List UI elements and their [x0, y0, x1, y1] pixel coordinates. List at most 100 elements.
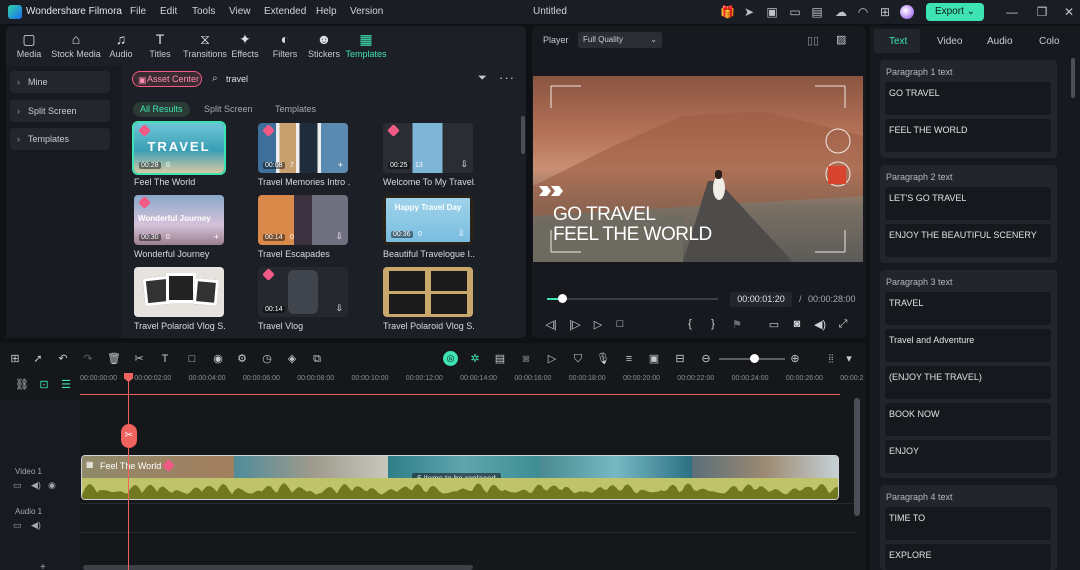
more-options-icon[interactable]: ···	[499, 70, 515, 85]
download-icon[interactable]: ⇩	[460, 159, 468, 170]
toolbar-stickers[interactable]: ☻ Stickers	[301, 30, 347, 62]
split-scissors-icon[interactable]: ✂	[132, 352, 146, 366]
asset-center-button[interactable]: ▣ Asset Center	[132, 71, 202, 87]
filter-templates[interactable]: Templates	[268, 102, 323, 117]
zoom-slider-handle[interactable]	[750, 354, 759, 363]
menu-version[interactable]: Version	[350, 6, 383, 17]
paragraph-3-field-3[interactable]: (ENJOY THE TRAVEL)	[885, 366, 1051, 399]
ai-effects-icon[interactable]: ⚙	[235, 352, 249, 366]
previous-frame-icon[interactable]: ◁|	[544, 318, 558, 331]
filter-split-screen[interactable]: Split Screen	[197, 102, 260, 117]
image-icon[interactable]: ▣	[765, 5, 779, 19]
export-button[interactable]: Export ⌄	[926, 3, 984, 21]
paragraph-3-field-1[interactable]: TRAVEL	[885, 292, 1051, 325]
link-icon[interactable]: ⛓	[15, 378, 29, 392]
paragraph-2-field-1[interactable]: LET'S GO TRAVEL	[885, 187, 1051, 220]
paragraph-3-field-5[interactable]: ENJOY	[885, 440, 1051, 473]
shield-icon[interactable]: ⛉	[571, 352, 585, 366]
play-icon[interactable]: ▷	[591, 318, 605, 331]
speed-timer-icon[interactable]: ◷	[260, 352, 274, 366]
add-track-icon[interactable]: ⊡	[37, 378, 51, 392]
template-card-travel-vlog[interactable]: 00:14 ⇩	[258, 267, 348, 317]
template-card-feel-the-world[interactable]: TRAVEL 00:28 0	[132, 121, 226, 175]
fullscreen-icon[interactable]: ⤢	[836, 318, 850, 331]
filter-icon[interactable]: ⏷	[478, 72, 487, 85]
grid-icon[interactable]: ⊞	[878, 5, 892, 19]
timeline-vertical-scrollbar[interactable]	[854, 398, 860, 516]
folder-icon[interactable]: ▭	[13, 520, 22, 531]
snapshot-view-icon[interactable]: ▨	[836, 33, 846, 46]
menu-help[interactable]: Help	[316, 6, 337, 17]
monitor-icon[interactable]: ▭	[788, 5, 802, 19]
add-icon[interactable]: +	[40, 562, 46, 570]
menu-tools[interactable]: Tools	[192, 6, 215, 17]
undo-icon[interactable]: ↶	[56, 352, 70, 366]
sidebar-item-split-screen[interactable]: Split Screen	[10, 100, 110, 122]
template-card-welcome-travel[interactable]: 00:25 13 ⇩	[383, 123, 473, 173]
menu-file[interactable]: File	[130, 6, 146, 17]
quality-select[interactable]: Full Quality ⌄	[578, 32, 662, 48]
paragraph-1-field-2[interactable]: FEEL THE WORLD	[885, 119, 1051, 152]
mark-out-icon[interactable]: }	[706, 318, 720, 330]
select-arrow-icon[interactable]: ➚	[31, 352, 45, 366]
group-icon[interactable]: ⧉	[310, 352, 324, 366]
audio-mixer-icon[interactable]: ≡	[622, 352, 636, 366]
minimize-icon[interactable]: —	[1005, 5, 1019, 19]
filter-all-results[interactable]: All Results	[133, 102, 190, 117]
headset-icon[interactable]: ◠	[856, 5, 870, 19]
tab-video[interactable]: Video	[937, 36, 962, 47]
compare-icon[interactable]: ▯▯	[807, 34, 819, 47]
camera-track-icon[interactable]: ◙	[519, 352, 533, 366]
crop-icon[interactable]: □	[185, 352, 199, 366]
camera-icon[interactable]: ◙	[790, 318, 804, 330]
download-icon[interactable]: ⇩	[457, 228, 465, 239]
delete-icon[interactable]: 🗑	[107, 352, 121, 366]
toolbar-titles[interactable]: T Titles	[137, 30, 183, 62]
cloud-icon[interactable]: ☁	[834, 5, 848, 19]
template-card-wonderful-journey[interactable]: Wonderful Journey 00:30 0 +	[134, 195, 224, 245]
tag-icon[interactable]: ◈	[285, 352, 299, 366]
render-preview-icon[interactable]: ◎	[443, 351, 458, 366]
display-settings-icon[interactable]: ▭	[767, 318, 781, 331]
restore-icon[interactable]: ❐	[1035, 5, 1049, 19]
volume-icon[interactable]: ◀)	[813, 318, 827, 331]
paragraph-3-field-2[interactable]: Travel and Adventure	[885, 329, 1051, 362]
split-scissors-icon[interactable]: ✂	[121, 424, 137, 448]
chevron-down-icon[interactable]: ▾	[842, 352, 856, 366]
eye-icon[interactable]: ◉	[48, 480, 56, 491]
column-layout-icon[interactable]: ⦙⦙	[824, 352, 838, 366]
gift-icon[interactable]: 🎁	[720, 5, 735, 19]
marker-icon[interactable]: ⚑	[730, 318, 744, 331]
close-icon[interactable]: ✕	[1062, 5, 1076, 19]
play-range-icon[interactable]: ▷	[545, 352, 559, 366]
tab-color[interactable]: Colo	[1039, 36, 1059, 47]
snap-icon[interactable]: ✲	[468, 352, 482, 366]
redo-icon[interactable]: ↷	[81, 352, 95, 366]
tab-audio[interactable]: Audio	[987, 36, 1013, 47]
add-icon[interactable]: +	[214, 232, 219, 242]
menu-extended[interactable]: Extended	[264, 6, 306, 17]
layout-grid-icon[interactable]: ⊞	[8, 352, 22, 366]
media-scrollbar[interactable]	[521, 116, 525, 154]
timeline-horizontal-scrollbar[interactable]	[83, 565, 473, 570]
download-icon[interactable]: ⇩	[335, 231, 343, 242]
text-tool-icon[interactable]: T	[158, 352, 172, 366]
paragraph-4-field-2[interactable]: EXPLORE	[885, 544, 1051, 570]
toolbar-templates[interactable]: ▦ Templates	[344, 30, 388, 62]
mark-in-icon[interactable]: {	[683, 318, 697, 330]
sidebar-item-templates[interactable]: Templates	[10, 128, 110, 150]
menu-edit[interactable]: Edit	[160, 6, 177, 17]
template-card-beautiful-travelogue[interactable]: Happy Travel Day 00:36 0 ⇩	[383, 195, 473, 245]
send-icon[interactable]: ➤	[742, 5, 756, 19]
video-preview[interactable]: GO TRAVEL FEEL THE WORLD	[533, 76, 863, 262]
zoom-in-icon[interactable]: ⊕	[788, 352, 802, 366]
color-picker-icon[interactable]: ◉	[211, 352, 225, 366]
picture-in-picture-icon[interactable]: ▣	[647, 352, 661, 366]
mute-icon[interactable]: ◀)	[31, 520, 41, 531]
template-card-polaroid-vlog[interactable]	[134, 267, 224, 317]
search-input[interactable]: travel	[226, 74, 248, 84]
toolbar-media[interactable]: ▢ Media	[6, 30, 52, 62]
template-card-travel-escapades[interactable]: 00:14 0 ⇩	[258, 195, 348, 245]
auto-highlight-icon[interactable]: ▤	[493, 352, 507, 366]
mute-icon[interactable]: ◀)	[31, 480, 41, 491]
